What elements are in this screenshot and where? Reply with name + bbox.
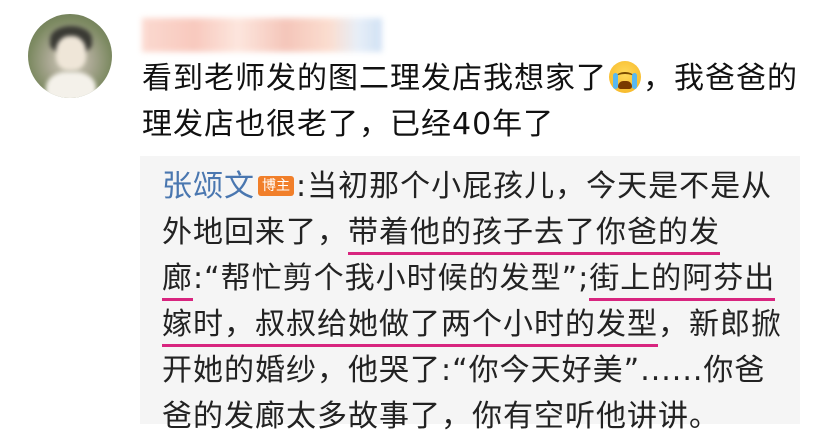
crying-face-icon (609, 61, 641, 93)
comment-part1: 看到老师发的图二理发店我想家了 (142, 61, 607, 96)
username-blurred[interactable] (142, 18, 382, 52)
reply-text: 张颂文 博主:当初那个小屁孩儿，今天是不是从外地回来了，带着他的孩子去了你爸的发廊… (162, 164, 792, 440)
comment-text: 看到老师发的图二理发店我想家了 ，我爸爸的理发店也很老了，已经40年了 (142, 56, 812, 148)
blogger-badge: 博主 (258, 176, 294, 196)
reply-segment-2: :“帮忙剪个我小时候的发型”; (193, 261, 590, 296)
avatar[interactable] (28, 14, 112, 98)
avatar-face (56, 36, 86, 70)
avatar-body (46, 72, 96, 98)
reply-author-link[interactable]: 张颂文 (162, 169, 255, 204)
